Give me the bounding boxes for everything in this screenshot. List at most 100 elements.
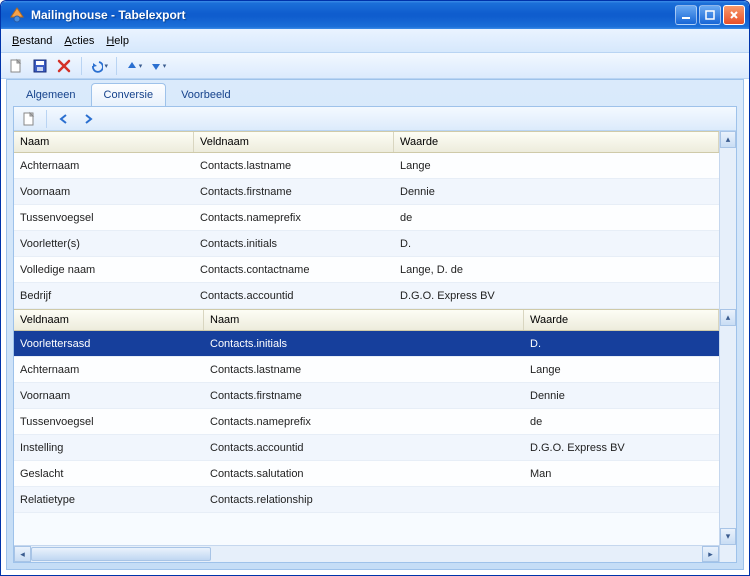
- scroll-up-icon[interactable]: ▴: [720, 131, 736, 148]
- table-row[interactable]: VoornaamContacts.firstnameDennie: [14, 179, 719, 205]
- new-button[interactable]: [7, 57, 25, 75]
- chevron-down-icon: ▾: [163, 62, 167, 70]
- cell-waarde: D.G.O. Express BV: [524, 442, 719, 454]
- menu-bestand-label: estand: [19, 35, 52, 47]
- col-waarde[interactable]: Waarde: [394, 132, 719, 152]
- titlebar[interactable]: Mailinghouse - Tabelexport: [1, 1, 749, 29]
- tab-conversie[interactable]: Conversie: [91, 83, 167, 106]
- cell-veldnaam: Voorlettersasd: [14, 338, 204, 350]
- cell-veldnaam: Voornaam: [14, 390, 204, 402]
- next-button[interactable]: [79, 110, 97, 128]
- col-veldnaam[interactable]: Veldnaam: [194, 132, 394, 152]
- tab-algemeen[interactable]: Algemeen: [13, 83, 89, 106]
- undo-button[interactable]: ▾: [90, 57, 108, 75]
- toolbar-separator: [46, 110, 47, 128]
- col-naam[interactable]: Naam: [14, 132, 194, 152]
- cell-naam: Volledige naam: [14, 264, 194, 276]
- table-row[interactable]: Voorletter(s)Contacts.initialsD.: [14, 231, 719, 257]
- menu-acties-label: cties: [72, 35, 95, 47]
- col-waarde[interactable]: Waarde: [524, 310, 719, 330]
- table-row[interactable]: InstellingContacts.accountidD.G.O. Expre…: [14, 435, 719, 461]
- cell-waarde: de: [524, 416, 719, 428]
- col-veldnaam[interactable]: Veldnaam: [14, 310, 204, 330]
- top-grid-header: Naam Veldnaam Waarde: [14, 131, 719, 153]
- bottom-grid-hscroll[interactable]: ◂ ▸: [14, 545, 719, 562]
- app-window: Mailinghouse - Tabelexport Bestand Actie…: [0, 0, 750, 576]
- cell-waarde: de: [394, 212, 719, 224]
- table-row[interactable]: TussenvoegselContacts.nameprefixde: [14, 409, 719, 435]
- close-button[interactable]: [723, 5, 745, 25]
- table-row[interactable]: AchternaamContacts.lastnameLange: [14, 153, 719, 179]
- scroll-left-icon[interactable]: ◂: [14, 546, 31, 562]
- table-row[interactable]: GeslachtContacts.salutationMan: [14, 461, 719, 487]
- cell-waarde: D.: [524, 338, 719, 350]
- top-grid: Naam Veldnaam Waarde AchternaamContacts.…: [14, 131, 736, 309]
- menu-acties[interactable]: Acties: [59, 32, 99, 50]
- cell-veldnaam: Achternaam: [14, 364, 204, 376]
- table-row[interactable]: VoornaamContacts.firstnameDennie: [14, 383, 719, 409]
- table-row[interactable]: TussenvoegselContacts.nameprefixde: [14, 205, 719, 231]
- cell-naam: Bedrijf: [14, 290, 194, 302]
- cell-waarde: Lange: [524, 364, 719, 376]
- cell-naam: Tussenvoegsel: [14, 212, 194, 224]
- maximize-button[interactable]: [699, 5, 721, 25]
- cell-waarde: Man: [524, 468, 719, 480]
- table-row[interactable]: Volledige naamContacts.contactnameLange,…: [14, 257, 719, 283]
- table-row[interactable]: AchternaamContacts.lastnameLange: [14, 357, 719, 383]
- new-row-button[interactable]: [20, 110, 38, 128]
- cell-naam: Contacts.salutation: [204, 468, 524, 480]
- cell-waarde: Dennie: [394, 186, 719, 198]
- cell-waarde: Lange: [394, 160, 719, 172]
- cell-naam: Contacts.lastname: [204, 364, 524, 376]
- table-row[interactable]: RelatietypeContacts.relationship: [14, 487, 719, 513]
- client-area: Algemeen Conversie Voorbeeld Naam: [6, 79, 744, 570]
- tab-voorbeeld[interactable]: Voorbeeld: [168, 83, 244, 106]
- menu-bestand[interactable]: Bestand: [7, 32, 57, 50]
- cell-waarde: Lange, D. de: [394, 264, 719, 276]
- cell-veldnaam: Contacts.accountid: [194, 290, 394, 302]
- col-naam[interactable]: Naam: [204, 310, 524, 330]
- toolbar-separator: [81, 57, 82, 75]
- delete-button[interactable]: [55, 57, 73, 75]
- cell-naam: Contacts.relationship: [204, 494, 524, 506]
- bottom-grid-header: Veldnaam Naam Waarde: [14, 309, 719, 331]
- cell-veldnaam: Instelling: [14, 442, 204, 454]
- scroll-up-icon[interactable]: ▴: [720, 309, 736, 326]
- hscroll-thumb[interactable]: [31, 547, 211, 561]
- bottom-grid-vscroll[interactable]: ▴ ▾: [719, 309, 736, 562]
- grid-toolbar: [14, 107, 736, 131]
- cell-veldnaam: Relatietype: [14, 494, 204, 506]
- cell-naam: Contacts.initials: [204, 338, 524, 350]
- top-grid-vscroll[interactable]: ▴: [719, 131, 736, 309]
- cell-naam: Achternaam: [14, 160, 194, 172]
- cell-naam: Contacts.nameprefix: [204, 416, 524, 428]
- save-button[interactable]: [31, 57, 49, 75]
- hscroll-track[interactable]: [31, 546, 702, 562]
- table-row[interactable]: BedrijfContacts.accountidD.G.O. Express …: [14, 283, 719, 309]
- cell-naam: Voornaam: [14, 186, 194, 198]
- cell-veldnaam: Contacts.nameprefix: [194, 212, 394, 224]
- scroll-right-icon[interactable]: ▸: [702, 546, 719, 562]
- cell-veldnaam: Contacts.firstname: [194, 186, 394, 198]
- down-button[interactable]: ▾: [149, 57, 167, 75]
- tab-strip: Algemeen Conversie Voorbeeld: [7, 80, 743, 106]
- cell-veldnaam: Contacts.lastname: [194, 160, 394, 172]
- cell-waarde: Dennie: [524, 390, 719, 402]
- cell-veldnaam: Geslacht: [14, 468, 204, 480]
- menubar: Bestand Acties Help: [1, 29, 749, 53]
- window-title: Mailinghouse - Tabelexport: [31, 8, 675, 22]
- menu-help[interactable]: Help: [101, 32, 134, 50]
- tab-content: Naam Veldnaam Waarde AchternaamContacts.…: [13, 106, 737, 563]
- cell-naam: Contacts.firstname: [204, 390, 524, 402]
- toolbar-separator: [116, 57, 117, 75]
- minimize-button[interactable]: [675, 5, 697, 25]
- table-row[interactable]: VoorlettersasdContacts.initialsD.: [14, 331, 719, 357]
- app-icon: [9, 7, 25, 23]
- chevron-down-icon: ▾: [139, 62, 143, 70]
- prev-button[interactable]: [55, 110, 73, 128]
- cell-veldnaam: Contacts.initials: [194, 238, 394, 250]
- cell-veldnaam: Contacts.contactname: [194, 264, 394, 276]
- cell-waarde: D.G.O. Express BV: [394, 290, 719, 302]
- scroll-down-icon[interactable]: ▾: [720, 528, 736, 545]
- up-button[interactable]: ▾: [125, 57, 143, 75]
